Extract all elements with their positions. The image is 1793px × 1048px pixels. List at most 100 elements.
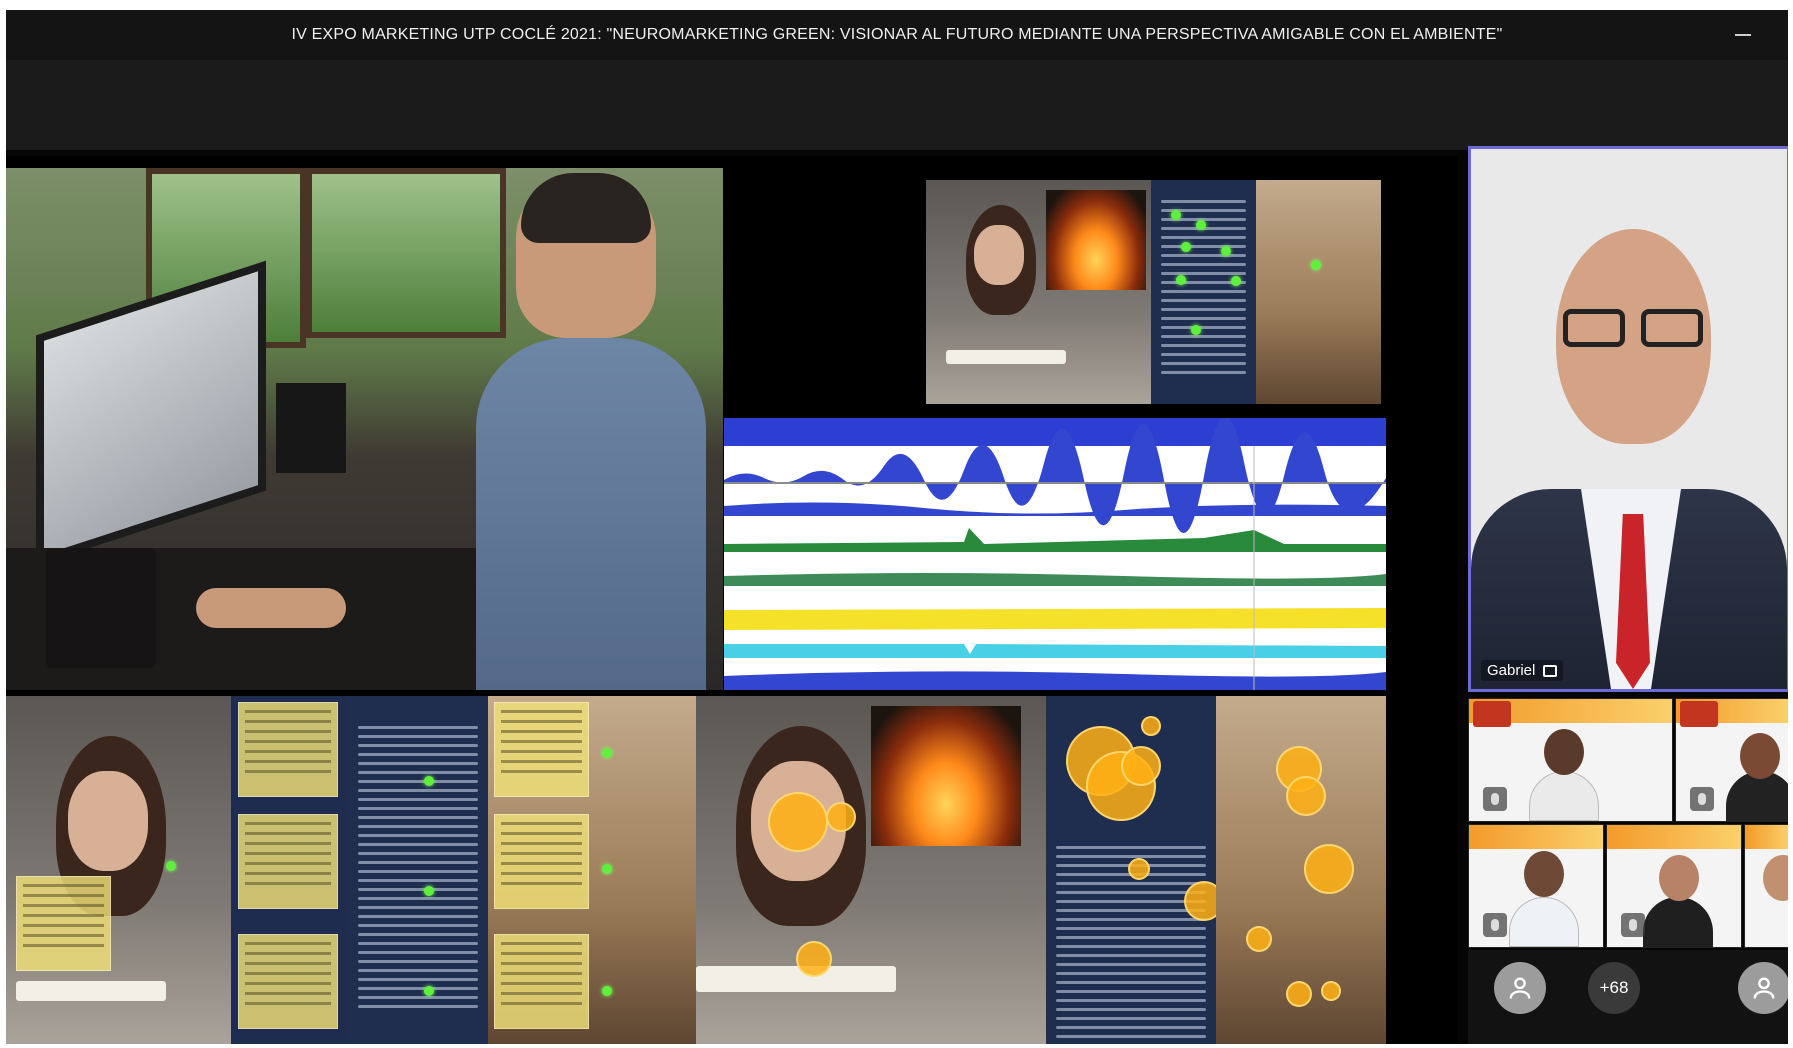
face-image xyxy=(974,225,1024,285)
gaze-point xyxy=(602,864,612,874)
fixation-circle xyxy=(1286,776,1326,816)
participant-head-image xyxy=(1763,855,1788,901)
participant-tile[interactable] xyxy=(1468,824,1604,948)
participant-tile[interactable] xyxy=(1675,698,1788,822)
reading-woman-photo xyxy=(6,696,231,1044)
eeg-headset-image xyxy=(521,173,651,243)
fixation-circle xyxy=(1128,858,1150,880)
participant-head-image xyxy=(1544,729,1584,775)
eeg-user-photo xyxy=(6,168,723,690)
person-icon xyxy=(1509,977,1531,999)
ad-text-column xyxy=(1151,180,1256,404)
gaze-point xyxy=(1231,276,1241,286)
gaze-point xyxy=(602,748,612,758)
fireplace-image xyxy=(1046,190,1146,290)
gaze-heat-circles-panel xyxy=(696,696,1386,1044)
fixation-circle xyxy=(768,792,828,852)
gaze-plot-panel xyxy=(926,180,1381,404)
event-logo-image xyxy=(1473,701,1511,727)
hand-image xyxy=(196,588,346,628)
fixation-metrics-panel xyxy=(6,696,696,1044)
participant-tile[interactable] xyxy=(1744,824,1788,948)
metrics-box xyxy=(238,814,338,909)
gaze-point xyxy=(602,986,612,996)
book-image xyxy=(946,350,1066,364)
fixation-circle xyxy=(1304,844,1354,894)
participant-avatar[interactable] xyxy=(1738,962,1788,1014)
event-banner-image xyxy=(1607,825,1741,849)
ad-text-column xyxy=(348,696,488,1044)
participant-avatar[interactable] xyxy=(1494,962,1546,1014)
fixation-circle xyxy=(1246,926,1272,952)
gaze-point xyxy=(1181,242,1191,252)
meeting-window: IV EXPO MARKETING UTP COCLÉ 2021: "NEURO… xyxy=(6,10,1788,1044)
participant-body-image xyxy=(1643,897,1713,947)
participant-body-image xyxy=(1509,897,1579,947)
screen-share-icon xyxy=(1543,664,1558,677)
fixation-circle xyxy=(1141,716,1161,736)
fixation-circle xyxy=(1286,981,1312,1007)
gaze-point xyxy=(1221,246,1231,256)
monitor-image xyxy=(36,260,266,566)
title-bar: IV EXPO MARKETING UTP COCLÉ 2021: "NEURO… xyxy=(6,10,1788,60)
speaker-name-tag: Gabriel xyxy=(1481,660,1564,681)
biometric-signal-chart xyxy=(724,418,1386,690)
window-image xyxy=(306,168,506,338)
living-room-image xyxy=(1216,696,1386,1044)
speaker-image xyxy=(46,548,156,668)
gaze-point xyxy=(1311,260,1321,270)
participant-head-image xyxy=(1740,733,1780,779)
fixation-circle xyxy=(1321,981,1341,1001)
participant-head-image xyxy=(1659,855,1699,901)
more-participants-button[interactable]: +68 xyxy=(1588,962,1640,1014)
metrics-box xyxy=(494,702,589,797)
participant-tile[interactable] xyxy=(1606,824,1742,948)
event-banner-image xyxy=(1745,825,1788,849)
gaze-point xyxy=(1176,275,1186,285)
person-icon xyxy=(1753,977,1775,999)
speaker-name: Gabriel xyxy=(1487,662,1536,679)
fireplace-image xyxy=(871,706,1021,846)
ad-text-column xyxy=(1046,696,1224,1044)
shared-screen xyxy=(6,156,1458,1044)
gaze-point xyxy=(1171,210,1181,220)
mic-off-icon xyxy=(1483,913,1507,937)
reading-woman-photo xyxy=(696,696,1046,1044)
meeting-toolbar-area xyxy=(6,60,1788,150)
fixation-circle xyxy=(796,941,832,977)
fixation-circle xyxy=(826,802,856,832)
meeting-title: IV EXPO MARKETING UTP COCLÉ 2021: "NEURO… xyxy=(291,26,1503,43)
event-logo-image xyxy=(1680,701,1718,727)
signal-traces xyxy=(724,418,1386,690)
minimize-button[interactable] xyxy=(1728,20,1758,50)
metrics-box xyxy=(494,934,589,1029)
minimize-icon xyxy=(1735,34,1751,36)
speaker-image xyxy=(276,383,346,473)
gaze-point xyxy=(1196,220,1206,230)
gaze-point xyxy=(424,986,434,996)
mic-off-icon xyxy=(1690,787,1714,811)
metrics-box xyxy=(238,702,338,797)
active-speaker-tile[interactable]: Gabriel xyxy=(1468,146,1788,692)
gaze-point xyxy=(424,886,434,896)
book-image xyxy=(16,981,166,1001)
metrics-box xyxy=(494,814,589,909)
participant-body-image xyxy=(1529,771,1599,821)
book-image xyxy=(696,966,896,992)
fixation-circle xyxy=(1121,746,1161,786)
participant-overflow-row: +68 xyxy=(1468,950,1788,1044)
person-body-image xyxy=(476,338,706,690)
living-room-image xyxy=(1256,180,1381,404)
metrics-box xyxy=(238,934,338,1029)
participant-tile[interactable] xyxy=(1468,698,1673,822)
metrics-box xyxy=(16,876,111,971)
event-banner-image xyxy=(1469,825,1603,849)
gaze-point xyxy=(1191,325,1201,335)
speaker-glasses-image xyxy=(1563,309,1703,349)
reading-woman-photo xyxy=(926,180,1151,404)
text-lines xyxy=(358,726,478,1014)
gaze-point xyxy=(424,776,434,786)
face-image xyxy=(68,771,148,871)
mic-off-icon xyxy=(1621,913,1645,937)
mic-off-icon xyxy=(1483,787,1507,811)
